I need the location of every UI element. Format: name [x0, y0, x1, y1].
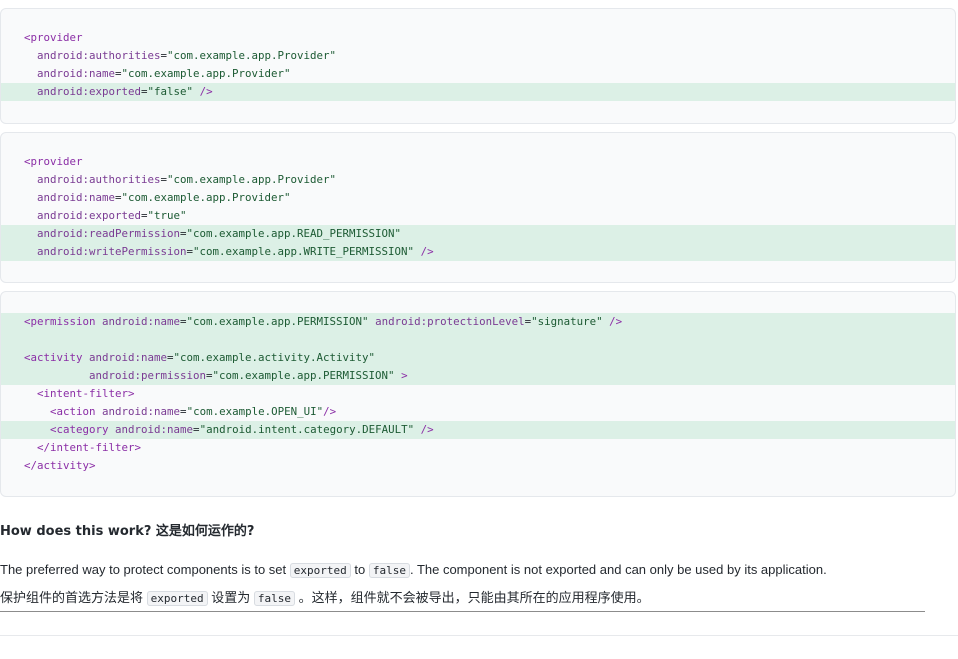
code-line: <provider: [1, 153, 955, 171]
code-token: "com.example.OPEN_UI": [186, 405, 324, 418]
code-line: [1, 331, 955, 349]
code-token: "com.example.app.Provider": [167, 173, 337, 186]
code-line: android:exported="false" />: [1, 83, 955, 101]
code-token: <category: [50, 423, 116, 436]
code-token: "com.example.app.READ_PERMISSION": [186, 227, 402, 240]
code-line: android:name="com.example.app.Provider": [1, 189, 955, 207]
code-token: </intent-filter>: [37, 441, 142, 454]
code-token: "com.example.app.Provider": [121, 191, 291, 204]
code-token: "android.intent.category.DEFAULT": [199, 423, 415, 436]
divider: [0, 611, 925, 612]
code-line: <category android:name="android.intent.c…: [1, 421, 955, 439]
code-token: android:authorities: [37, 49, 161, 62]
code-line: android:authorities="com.example.app.Pro…: [1, 171, 955, 189]
code-line: <activity android:name="com.example.acti…: [1, 349, 955, 367]
code-token: android:name: [115, 423, 194, 436]
code-token: <intent-filter>: [37, 387, 135, 400]
code-token: />: [193, 85, 213, 98]
code-token: android:writePermission: [37, 245, 187, 258]
code-token: android:name: [89, 351, 168, 364]
code-token: "com.example.app.WRITE_PERMISSION": [193, 245, 415, 258]
code-token: "com.example.app.Provider": [167, 49, 337, 62]
inline-code: false: [253, 591, 295, 606]
code-token: android:permission: [89, 369, 207, 382]
inline-code: exported: [146, 591, 208, 606]
code-token: android:name: [102, 405, 181, 418]
code-token: android:exported: [37, 85, 142, 98]
code-token: android:exported: [37, 209, 142, 222]
code-line: android:writePermission="com.example.app…: [1, 243, 955, 261]
code-line: android:name="com.example.app.Provider": [1, 65, 955, 83]
code-token: "com.example.activity.Activity": [173, 351, 376, 364]
divider: [0, 635, 958, 636]
paragraph-text: 设置为: [207, 590, 254, 605]
code-token: />: [414, 423, 434, 436]
code-token: >: [394, 369, 408, 382]
code-block-custom-permission: <permission android:name="com.example.ap…: [0, 291, 956, 497]
code-token: "com.example.app.Provider": [121, 67, 291, 80]
inline-code: exported: [289, 563, 351, 578]
code-line: <intent-filter>: [1, 385, 955, 403]
code-token: <action: [50, 405, 103, 418]
inline-code: false: [368, 563, 410, 578]
code-token: android:authorities: [37, 173, 161, 186]
code-line: <action android:name="com.example.OPEN_U…: [1, 403, 955, 421]
paragraph-text: . The component is not exported and can …: [409, 562, 827, 577]
paragraph-text: 保护组件的首选方法是将: [0, 590, 147, 605]
paragraph-chinese: 保护组件的首选方法是将 exported 设置为 false 。这样，组件就不会…: [0, 587, 650, 606]
code-token: android:protectionLevel: [375, 315, 525, 328]
code-line: android:exported="true": [1, 207, 955, 225]
code-token: android:readPermission: [37, 227, 181, 240]
code-token: android:name: [37, 191, 116, 204]
code-token: <provider: [24, 31, 83, 44]
code-line: android:permission="com.example.app.PERM…: [1, 367, 955, 385]
paragraph-english: The preferred way to protect components …: [0, 562, 827, 578]
paragraph-text: to: [350, 562, 369, 577]
code-token: "signature": [531, 315, 603, 328]
code-block-provider-permissions: <provider android:authorities="com.examp…: [0, 132, 956, 283]
code-line: </intent-filter>: [1, 439, 955, 457]
code-line: android:authorities="com.example.app.Pro…: [1, 47, 955, 65]
code-line: </activity>: [1, 457, 955, 475]
code-token: "true": [147, 209, 187, 222]
code-line: android:readPermission="com.example.app.…: [1, 225, 955, 243]
section-heading: How does this work? 这是如何运作的?: [0, 524, 255, 539]
code-token: "false": [147, 85, 194, 98]
paragraph-text: The preferred way to protect components …: [0, 562, 290, 577]
code-token: />: [323, 405, 337, 418]
code-token: "com.example.app.PERMISSION": [212, 369, 395, 382]
paragraph-text: 。这样，组件就不会被导出，只能由其所在的应用程序使用。: [294, 590, 650, 605]
code-block-provider-private: <provider android:authorities="com.examp…: [0, 8, 956, 124]
code-token: android:name: [102, 315, 181, 328]
code-line: <provider: [1, 29, 955, 47]
code-line: <permission android:name="com.example.ap…: [1, 313, 955, 331]
code-token: <activity: [24, 351, 90, 364]
code-token: />: [602, 315, 623, 328]
code-token: />: [414, 245, 434, 258]
code-token: <provider: [24, 155, 83, 168]
code-token: android:name: [37, 67, 116, 80]
code-token: </activity>: [24, 459, 96, 472]
code-token: "com.example.app.PERMISSION": [186, 315, 369, 328]
code-token: <permission: [24, 315, 103, 328]
